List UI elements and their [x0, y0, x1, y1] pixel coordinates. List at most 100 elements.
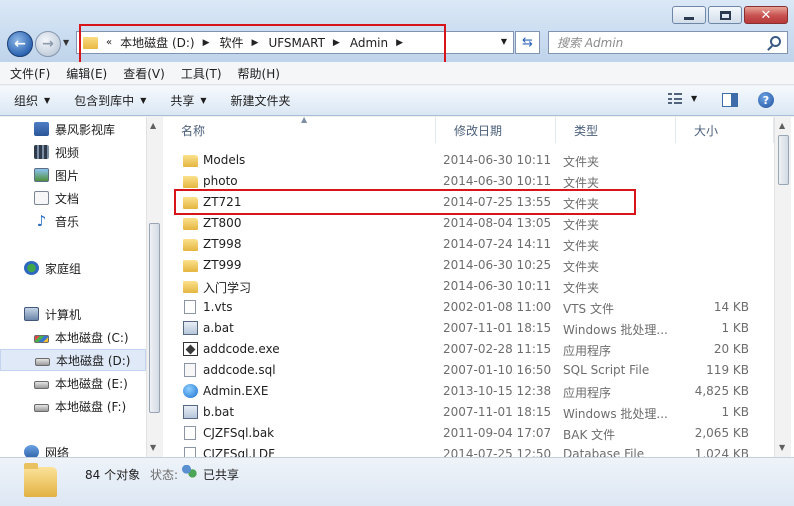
new-folder-button[interactable]: 新建文件夹 — [231, 92, 291, 109]
file-row[interactable]: addcode.exe 2007-02-28 11:15 应用程序 20 KB — [163, 339, 774, 360]
drive-icon — [34, 404, 49, 412]
file-row[interactable]: b.bat 2007-11-01 18:15 Windows 批处理... 1 KB — [163, 402, 774, 423]
column-header-date[interactable]: 修改日期 — [436, 117, 556, 143]
file-name: Models — [203, 153, 246, 167]
view-options-icon[interactable] — [668, 93, 682, 106]
scroll-up-icon[interactable]: ▲ — [150, 121, 156, 130]
nav-item-label: 图片 — [55, 168, 80, 183]
column-header-name[interactable]: 名称 ▲ — [163, 117, 436, 143]
menu-item[interactable]: 查看(V) — [123, 65, 165, 82]
nav-item[interactable]: ♪ 音乐 — [0, 210, 146, 232]
nav-item[interactable]: 视频 — [0, 141, 146, 163]
file-row[interactable]: CJZFSql.LDF 2014-07-25 12:50 Database File… — [163, 444, 774, 457]
nav-item-label: 暴风影视库 — [55, 122, 116, 137]
nav-item[interactable]: 文档 — [0, 187, 146, 209]
menu-item[interactable]: 帮助(H) — [238, 65, 280, 82]
menu-item[interactable]: 编辑(E) — [66, 65, 107, 82]
search-input[interactable]: 搜索 Admin — [548, 31, 788, 54]
refresh-button[interactable]: ⇆ — [515, 31, 540, 54]
preview-pane-icon[interactable] — [722, 93, 738, 107]
file-list-scrollbar[interactable]: ▲ ▼ — [774, 117, 791, 457]
file-row[interactable]: ZT800 2014-08-04 13:05 文件夹 — [163, 213, 774, 234]
include-library-button[interactable]: 包含到库中 ▼ — [74, 92, 146, 109]
nav-item[interactable]: 本地磁盘 (E:) — [0, 372, 146, 394]
file-name: CJZFSql.LDF — [203, 447, 276, 457]
organize-button[interactable]: 组织 ▼ — [14, 92, 50, 109]
nav-item-label: 文档 — [55, 191, 80, 206]
batch-file-icon — [183, 405, 198, 419]
minimize-button[interactable] — [672, 6, 706, 24]
folder-icon — [183, 260, 198, 272]
help-icon[interactable]: ? — [758, 92, 774, 108]
file-row[interactable]: 入门学习 2014-06-30 10:11 文件夹 — [163, 276, 774, 297]
nav-item[interactable]: 家庭组 — [0, 257, 146, 279]
nav-item[interactable]: 网络 — [0, 441, 146, 457]
file-date: 2007-11-01 18:15 — [443, 405, 552, 419]
column-name-label: 名称 — [181, 123, 206, 138]
nav-item[interactable]: 本地磁盘 (F:) — [0, 395, 146, 417]
window-controls: ✕ — [672, 6, 788, 24]
nav-item[interactable]: 计算机 — [0, 303, 146, 325]
folder-icon — [183, 155, 198, 167]
drive-c-icon — [34, 335, 49, 343]
maximize-button[interactable] — [708, 6, 742, 24]
file-name: addcode.exe — [203, 342, 280, 356]
file-name: ZT998 — [203, 237, 242, 251]
scroll-up-icon[interactable]: ▲ — [779, 121, 785, 130]
file-size: 1 KB — [721, 405, 749, 419]
scroll-thumb[interactable] — [778, 135, 789, 185]
file-type: BAK 文件 — [563, 428, 616, 442]
back-button[interactable]: ← — [7, 31, 33, 57]
file-row[interactable]: Models 2014-06-30 10:11 文件夹 — [163, 150, 774, 171]
file-size: 4,825 KB — [694, 384, 749, 398]
file-date: 2002-01-08 11:00 — [443, 300, 552, 314]
column-header-type[interactable]: 类型 — [556, 117, 676, 143]
nav-item[interactable]: 图片 — [0, 164, 146, 186]
close-button[interactable]: ✕ — [744, 6, 788, 24]
file-row[interactable]: 1.vts 2002-01-08 11:00 VTS 文件 14 KB — [163, 297, 774, 318]
forward-button[interactable]: → — [35, 31, 61, 57]
file-row[interactable]: CJZFSql.bak 2011-09-04 17:07 BAK 文件 2,065 K… — [163, 423, 774, 444]
column-header-size[interactable]: 大小 — [676, 117, 774, 143]
nav-item[interactable]: 本地磁盘 (D:) — [0, 349, 146, 371]
nav-item-label: 本地磁盘 (C:) — [55, 330, 129, 345]
file-row[interactable]: a.bat 2007-11-01 18:15 Windows 批处理... 1 KB — [163, 318, 774, 339]
file-row[interactable]: ZT999 2014-06-30 10:25 文件夹 — [163, 255, 774, 276]
scroll-down-icon[interactable]: ▼ — [779, 443, 785, 452]
admin-app-icon — [183, 384, 198, 398]
view-options-dropdown[interactable]: ▼ — [691, 94, 697, 103]
file-name: 1.vts — [203, 300, 233, 314]
file-type: Windows 批处理... — [563, 323, 668, 337]
file-name: CJZFSql.bak — [203, 426, 275, 440]
details-pane: 84 个对象 状态: 已共享 — [0, 457, 794, 506]
menu-bar: 文件(F) 编辑(E) 查看(V) 工具(T) 帮助(H) — [0, 62, 794, 85]
include-library-label: 包含到库中 — [74, 94, 135, 108]
file-icon — [184, 447, 196, 457]
highlight-box-row — [174, 189, 636, 215]
file-icon — [184, 300, 196, 314]
share-button[interactable]: 共享 ▼ — [170, 92, 206, 109]
file-date: 2007-11-01 18:15 — [443, 321, 552, 335]
nav-item-label: 音乐 — [55, 214, 80, 229]
recent-pages-dropdown[interactable]: ▼ — [63, 38, 69, 47]
search-icon[interactable] — [770, 36, 781, 47]
menu-item[interactable]: 工具(T) — [181, 65, 222, 82]
organize-label: 组织 — [14, 94, 39, 108]
navigation-scrollbar[interactable]: ▲ ▼ — [146, 117, 162, 457]
column-size-label: 大小 — [694, 123, 719, 138]
address-dropdown-icon[interactable]: ▼ — [501, 37, 507, 46]
nav-item[interactable]: 本地磁盘 (C:) — [0, 326, 146, 348]
state-label: 状态: — [150, 468, 179, 482]
file-row[interactable]: ZT998 2014-07-24 14:11 文件夹 — [163, 234, 774, 255]
file-type: 文件夹 — [563, 281, 600, 295]
scroll-down-icon[interactable]: ▼ — [150, 443, 156, 452]
scroll-thumb[interactable] — [149, 223, 160, 413]
nav-item-label: 计算机 — [45, 307, 82, 322]
file-size: 1 KB — [721, 321, 749, 335]
menu-item[interactable]: 文件(F) — [10, 65, 50, 82]
nav-item[interactable]: 暴风影视库 — [0, 118, 146, 140]
file-row[interactable]: addcode.sql 2007-01-10 16:50 SQL Script Fi… — [163, 360, 774, 381]
file-name: b.bat — [203, 405, 235, 419]
folder-icon — [183, 239, 198, 251]
file-row[interactable]: Admin.EXE 2013-10-15 12:38 应用程序 4,825 KB — [163, 381, 774, 402]
